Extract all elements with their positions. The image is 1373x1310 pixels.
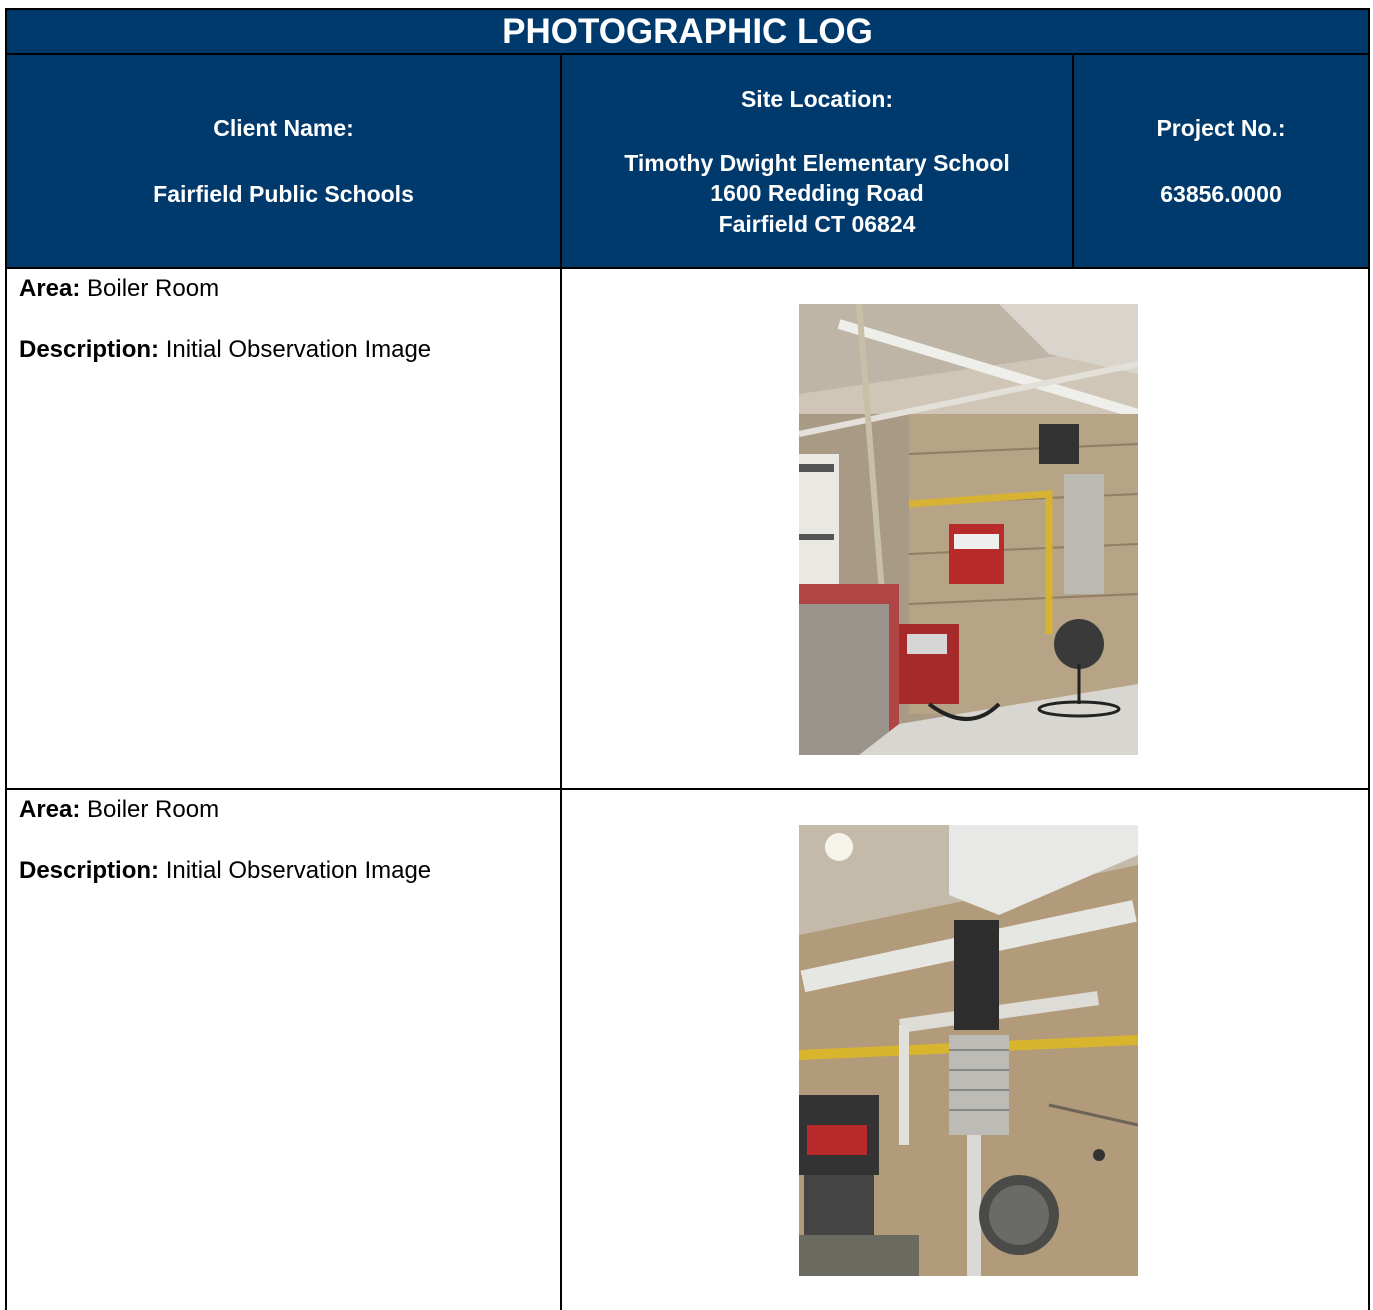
site-line-2: 1600 Redding Road [710, 180, 924, 207]
photographic-log-page: PHOTOGRAPHIC LOG Client Name: Fairfield … [5, 8, 1370, 1310]
project-value: 63856.0000 [1160, 180, 1282, 207]
project-cell: Project No.: 63856.0000 [1074, 55, 1368, 267]
photo-entry: Area: Boiler Room Description: Initial O… [5, 269, 1370, 790]
area-label: Area: [19, 275, 81, 302]
photo-cell [562, 790, 1368, 1310]
area-value: Boiler Room [87, 796, 220, 823]
photo-entry-details: Area: Boiler Room Description: Initial O… [7, 790, 562, 1310]
area-value: Boiler Room [87, 275, 220, 302]
photo-cell [562, 269, 1368, 788]
description-value: Initial Observation Image [165, 336, 432, 363]
area-line: Area: Boiler Room [19, 274, 560, 303]
project-label: Project No.: [1156, 115, 1286, 142]
area-line: Area: Boiler Room [19, 795, 560, 824]
boiler-room-photo [799, 304, 1138, 755]
boiler-room-photo [799, 825, 1138, 1276]
description-value: Initial Observation Image [165, 857, 432, 884]
description-line: Description: Initial Observation Image [19, 335, 560, 364]
photo-entry-details: Area: Boiler Room Description: Initial O… [7, 269, 562, 788]
description-label: Description: [19, 857, 160, 884]
description-line: Description: Initial Observation Image [19, 856, 560, 885]
client-value: Fairfield Public Schools [153, 180, 414, 207]
area-label: Area: [19, 796, 81, 823]
header-info-row: Client Name: Fairfield Public Schools Si… [5, 53, 1370, 269]
photo-entry: Area: Boiler Room Description: Initial O… [5, 790, 1370, 1310]
client-cell: Client Name: Fairfield Public Schools [7, 55, 562, 267]
description-label: Description: [19, 336, 160, 363]
page-title: PHOTOGRAPHIC LOG [5, 8, 1370, 53]
site-label: Site Location: [740, 85, 894, 112]
client-label: Client Name: [213, 115, 354, 142]
site-cell: Site Location: Timothy Dwight Elementary… [562, 55, 1074, 267]
site-line-1: Timothy Dwight Elementary School [624, 149, 1010, 176]
site-line-3: Fairfield CT 06824 [718, 210, 916, 237]
